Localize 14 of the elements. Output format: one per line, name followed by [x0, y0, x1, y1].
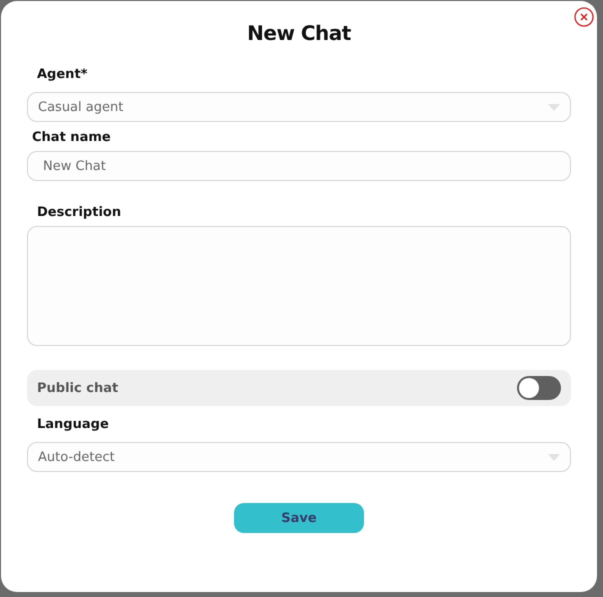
field-label: Public chat [37, 380, 118, 396]
caret-icon [548, 104, 560, 110]
caret-icon [548, 454, 560, 460]
field-label: Agent* [37, 67, 88, 82]
dialog-title: New Chat [246, 21, 352, 45]
close-icon[interactable] [574, 7, 594, 27]
field-label: Description [37, 205, 122, 220]
save-button[interactable]: Save [234, 503, 364, 533]
field-label: Language [37, 417, 109, 432]
input-field[interactable]: New Chat [27, 151, 571, 181]
field-label: Chat name [32, 130, 111, 145]
dropdown-field[interactable]: Casual agent [27, 92, 571, 122]
toggle-switch[interactable] [517, 376, 561, 400]
dropdown-field[interactable]: Auto-detect [27, 442, 571, 472]
